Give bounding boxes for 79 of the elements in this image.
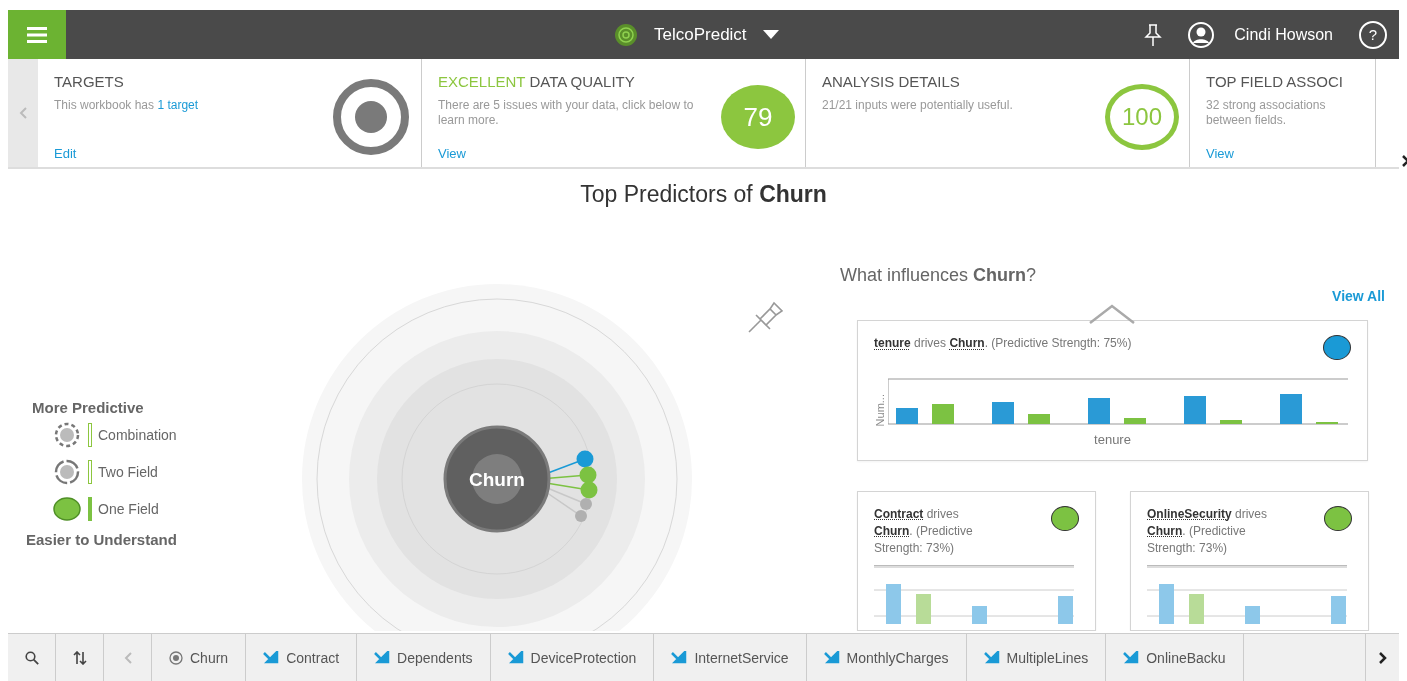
score-ring: 100 [1105, 84, 1179, 150]
legend-label: More Predictive [32, 399, 145, 416]
card-description: 21/21 inputs were potentially useful. [822, 98, 1013, 113]
card-description: 32 strong associations between fields. [1206, 98, 1327, 128]
influence-description: OnlineSecurity drives Churn. (Predictive Strength: 73%) [1147, 506, 1269, 557]
chart-bar [1159, 584, 1174, 624]
legend-item: Combination [98, 426, 177, 443]
arrow-down-right-icon [823, 650, 840, 665]
page-title: Top Predictors of Churn [579, 181, 828, 209]
radio-target-icon [169, 650, 183, 665]
arrow-down-right-icon [263, 650, 280, 665]
legend-item: Two Field [98, 463, 158, 480]
chart-bar [1189, 594, 1204, 624]
legend-label: Easier to Understand [26, 531, 178, 548]
menu-icon [27, 26, 47, 43]
chevron-right-icon [1378, 651, 1387, 664]
card-title: EXCELLENT DATA QUALITY [438, 73, 635, 90]
card-title: ANALYSIS DETAILS [822, 73, 960, 90]
card-description: This workbook has 1 target [54, 98, 199, 113]
predictor-dot[interactable] [575, 510, 587, 522]
target-icon [331, 77, 411, 157]
influence-description: Contract drives Churn. (Predictive Strength: 73%) [874, 506, 974, 557]
user-name[interactable]: Cindi Howson [1234, 25, 1333, 44]
predictor-dot[interactable] [580, 498, 592, 510]
app-switcher[interactable]: TelcoPredict [654, 24, 779, 45]
chart-bar [886, 584, 901, 624]
chart-bar [1184, 396, 1206, 425]
chart-bar [1058, 596, 1073, 624]
arrow-down-right-icon [983, 650, 1000, 665]
level-bar [88, 422, 92, 447]
chart-bar [1220, 420, 1242, 425]
chart-bar [972, 606, 987, 624]
influences-title: What influences Churn? [840, 265, 1038, 286]
chart-bar [1088, 398, 1110, 425]
pin-icon[interactable] [1144, 22, 1163, 47]
level-bar [88, 459, 92, 484]
menu-button[interactable] [8, 10, 66, 59]
level-bar [88, 496, 92, 521]
chart-bar [916, 594, 931, 624]
chart-bar [1331, 596, 1346, 624]
arrow-down-right-icon [1123, 650, 1140, 665]
arrow-down-right-icon [374, 650, 391, 665]
chart-bar [1028, 414, 1050, 425]
user-avatar-icon[interactable] [1188, 21, 1215, 48]
help-button[interactable]: ? [1359, 20, 1387, 49]
axis-label: tenure [1093, 432, 1132, 448]
card-description: There are 5 issues with your data, click below to learn more. [438, 98, 695, 128]
predictor-dot[interactable] [580, 481, 598, 499]
two-field-icon [52, 458, 82, 485]
influence-card[interactable]: OnlineSecurity drives Churn. (Predictive Strength: 73%) [1130, 491, 1369, 631]
search-icon [24, 650, 39, 665]
chevron-up-icon[interactable] [1088, 304, 1136, 324]
influence-description: tenure drives Churn. (Predictive Strength: 75%) [874, 335, 1132, 353]
chevron-left-icon [123, 651, 132, 664]
caret-icon [762, 30, 779, 39]
chart-bar [1280, 394, 1302, 425]
axis-label: Num... [874, 394, 886, 427]
predictor-dot[interactable] [576, 450, 594, 468]
chart-bar [932, 404, 954, 425]
influence-card[interactable]: Contract drives Churn. (Predictive Strength: 73%) [857, 491, 1096, 631]
chart-bar [1245, 606, 1260, 624]
predictor-dot[interactable] [579, 466, 597, 484]
arrow-down-right-icon [507, 650, 524, 665]
arrow-down-right-icon [671, 650, 688, 665]
chart-bar [1316, 422, 1338, 425]
chart-bar [896, 408, 918, 425]
combination-icon [52, 421, 82, 448]
chart-bar [992, 402, 1014, 425]
churn-node[interactable]: Churn [443, 425, 551, 533]
card-title: TOP FIELD ASSOCI [1206, 73, 1343, 90]
chevron-left-icon [19, 107, 27, 119]
chart-bar [1124, 418, 1146, 425]
score-badge: 79 [721, 85, 795, 149]
sort-icon [72, 650, 87, 665]
influence-card[interactable]: tenure drives Churn. (Predictive Strength: 75%) Num... tenure [857, 320, 1368, 461]
legend-item: One Field [98, 500, 159, 517]
one-field-icon [52, 495, 82, 522]
card-title: TARGETS [54, 73, 124, 90]
radar-logo-icon [614, 22, 638, 47]
